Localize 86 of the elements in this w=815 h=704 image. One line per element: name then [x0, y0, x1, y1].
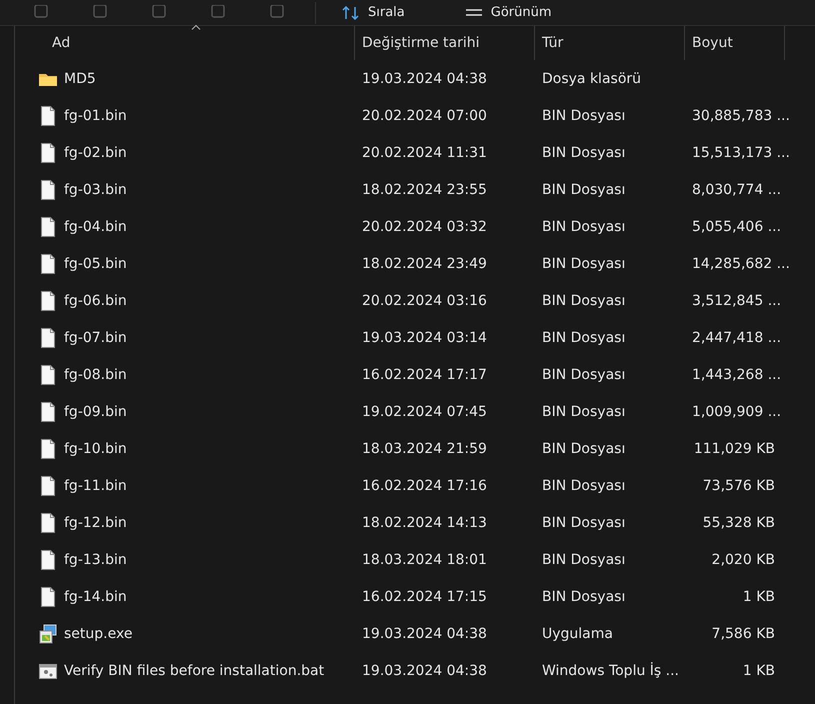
date-cell-text: 16.02.2024 17:16	[361, 478, 488, 494]
date-cell-text: 16.02.2024 17:15	[361, 588, 488, 604]
date-cell-text: 19.03.2024 03:14	[361, 330, 488, 346]
size-cell-text: 55,328 KB	[702, 514, 776, 530]
file-icon	[39, 364, 57, 384]
size-cell-text: 8,030,774 ...	[691, 182, 782, 198]
type-cell-text: BIN Dosyası	[541, 440, 626, 456]
file-name[interactable]: fg-08.bin	[64, 366, 127, 382]
type-cell-text: BIN Dosyası	[541, 330, 626, 346]
file-name[interactable]: fg-14.bin	[64, 588, 127, 604]
date-cell-text: 18.02.2024 14:13	[361, 514, 488, 530]
size-cell-text: 73,576 KB	[702, 478, 776, 494]
view-button[interactable]: Görünüm	[452, 0, 564, 24]
file-name[interactable]: fg-12.bin	[64, 514, 127, 530]
file-name[interactable]: fg-11.bin	[64, 478, 127, 494]
date-cell-text: 20.02.2024 07:00	[361, 108, 488, 124]
date-cell-text: 19.03.2024 04:38	[361, 662, 488, 678]
file-icon	[39, 586, 57, 606]
file-name[interactable]: fg-05.bin	[64, 256, 127, 272]
file-name[interactable]: fg-10.bin	[64, 440, 127, 456]
column-header[interactable]: Tür	[535, 26, 685, 60]
size-cell-text: 1,009,909 ...	[691, 404, 782, 420]
column-header[interactable]: Boyut	[685, 26, 785, 60]
size-cell-text: 111,029 KB	[692, 440, 776, 456]
size-cell-text: 1 KB	[742, 588, 776, 604]
date-cell-text: 20.02.2024 03:32	[361, 218, 488, 234]
date-cell-text: 19.03.2024 04:38	[361, 626, 488, 642]
type-cell-text: BIN Dosyası	[541, 108, 626, 124]
type-cell-text: BIN Dosyası	[541, 588, 626, 604]
date-cell-text: 19.03.2024 04:38	[361, 70, 488, 86]
file-icon	[39, 550, 57, 570]
type-cell-text: BIN Dosyası	[541, 404, 626, 420]
date-cell-text: 18.03.2024 18:01	[361, 552, 488, 568]
size-cell-text: 1 KB	[742, 662, 776, 678]
file-icon	[39, 328, 57, 348]
file-icon	[39, 216, 57, 236]
date-cell-text: 18.03.2024 21:59	[361, 440, 488, 456]
file-icon	[39, 512, 57, 532]
sort-button[interactable]: Sırala	[330, 0, 417, 24]
type-cell-text: BIN Dosyası	[541, 366, 626, 382]
size-cell-text: 1,443,268 ...	[691, 366, 782, 382]
size-cell-text: 7,586 KB	[710, 626, 776, 642]
column-header[interactable]: Ad	[15, 26, 355, 60]
type-cell-text: BIN Dosyası	[541, 552, 626, 568]
type-cell-text: Uygulama	[541, 626, 614, 642]
file-name[interactable]: Verify BIN files before installation.bat	[64, 662, 324, 678]
type-cell-text: BIN Dosyası	[541, 478, 626, 494]
file-icon	[39, 290, 57, 310]
file-name[interactable]: fg-04.bin	[64, 218, 127, 234]
type-cell-text: Dosya klasörü	[541, 70, 642, 86]
type-cell-text: BIN Dosyası	[541, 144, 626, 160]
size-cell-text: 3,512,845 ...	[691, 292, 782, 308]
file-name[interactable]: fg-07.bin	[64, 330, 127, 346]
file-icon	[39, 106, 57, 126]
type-cell-text: BIN Dosyası	[541, 218, 626, 234]
sort-icon	[342, 6, 360, 20]
file-icon	[39, 476, 57, 496]
date-cell-text: 19.02.2024 07:45	[361, 404, 488, 420]
file-name[interactable]: setup.exe	[64, 626, 132, 642]
file-icon	[39, 254, 57, 274]
date-cell-text: 20.02.2024 03:16	[361, 292, 488, 308]
file-name[interactable]: fg-03.bin	[64, 182, 127, 198]
size-cell-text: 2,447,418 ...	[691, 330, 782, 346]
type-cell-text: BIN Dosyası	[541, 256, 626, 272]
type-cell-text: BIN Dosyası	[541, 292, 626, 308]
type-cell-text: BIN Dosyası	[541, 514, 626, 530]
file-name[interactable]: MD5	[64, 70, 96, 86]
file-icon	[39, 180, 57, 200]
date-cell-text: 20.02.2024 11:31	[361, 144, 488, 160]
date-cell-text: 18.02.2024 23:49	[361, 256, 488, 272]
file-name[interactable]: fg-09.bin	[64, 404, 127, 420]
file-name[interactable]: fg-01.bin	[64, 108, 127, 124]
type-cell-text: BIN Dosyası	[541, 182, 626, 198]
installer-icon	[39, 624, 57, 644]
file-name[interactable]: fg-06.bin	[64, 292, 127, 308]
file-icon	[39, 438, 57, 458]
file-name[interactable]: fg-13.bin	[64, 552, 127, 568]
file-icon	[39, 402, 57, 422]
date-cell-text: 18.02.2024 23:55	[361, 182, 488, 198]
column-header[interactable]: Değiştirme tarihi	[355, 26, 535, 60]
file-name[interactable]: fg-02.bin	[64, 144, 127, 160]
size-cell-text: 2,020 KB	[710, 552, 776, 568]
file-icon	[39, 142, 57, 162]
type-cell-text: Windows Toplu İş ...	[541, 662, 680, 678]
size-cell-text: 5,055,406 ...	[691, 218, 782, 234]
date-cell-text: 16.02.2024 17:17	[361, 366, 488, 382]
